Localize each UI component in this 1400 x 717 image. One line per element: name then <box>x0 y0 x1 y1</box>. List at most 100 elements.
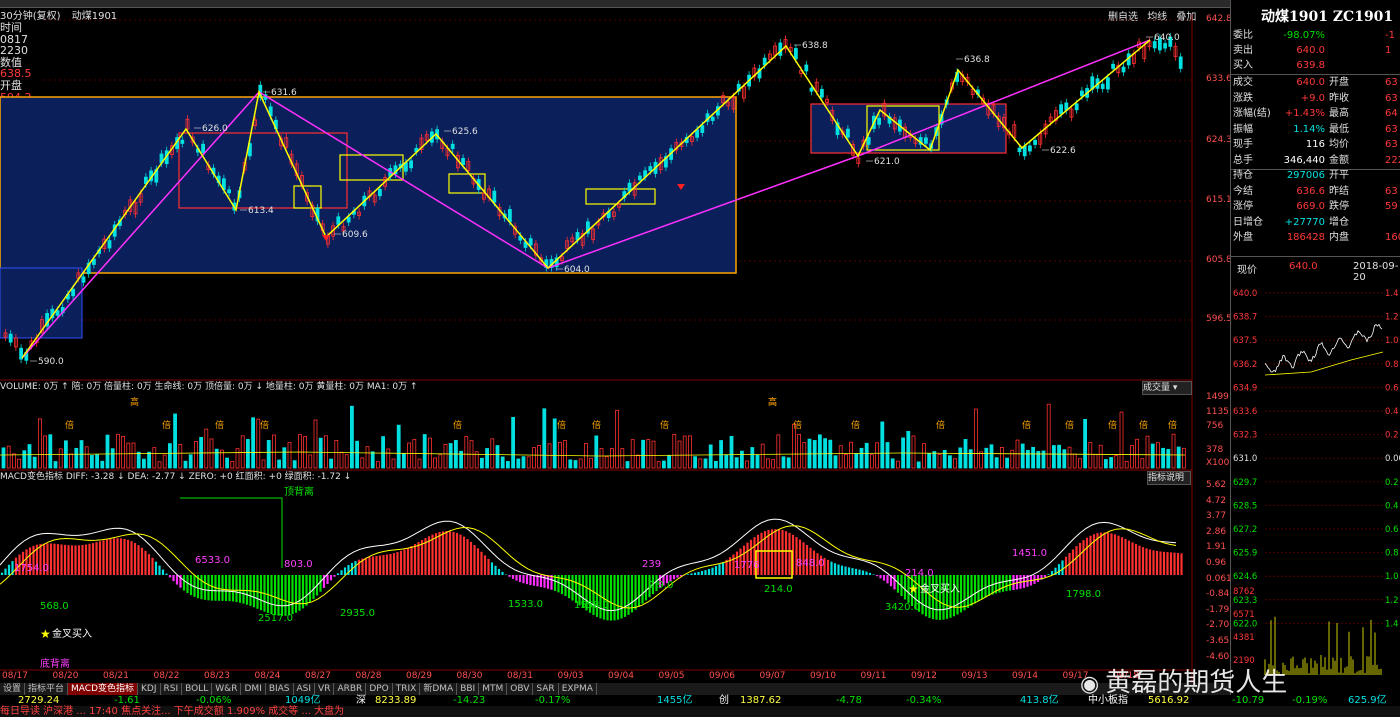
volume-bar <box>989 444 994 469</box>
quote-row: 成交 640.0 开盘 63 <box>1231 75 1400 90</box>
volume-bar <box>1119 411 1124 469</box>
macd-tick: -2.70 <box>1206 620 1230 631</box>
indicator-tab[interactable]: BOLL <box>182 683 213 695</box>
indicator-tab[interactable]: KDJ <box>138 683 161 695</box>
volume-bar <box>485 448 490 469</box>
candle-body <box>81 276 86 283</box>
quote-value: 640.0 <box>1296 77 1325 88</box>
status-item: -14.23 <box>453 695 486 706</box>
status-item: -0.19% <box>1292 695 1328 706</box>
volume-bar <box>287 442 292 469</box>
indicator-tab[interactable]: BBI <box>457 683 480 695</box>
volume-bar <box>121 435 125 469</box>
quote-value: 640.0 <box>1296 45 1325 56</box>
kline-chart-area[interactable]: 590.0 626.0 613.4 631.6 609.6 625.6 604.0 638.8… <box>0 0 1230 683</box>
volume-bar <box>719 440 723 469</box>
indicator-tab[interactable]: ASI <box>294 683 316 695</box>
indicator-tab[interactable]: 指标平台 <box>25 683 69 695</box>
macd-tick: 0.96 <box>1206 558 1227 568</box>
indicator-tab[interactable]: OBV <box>507 683 534 695</box>
volume-bar <box>724 454 729 469</box>
macd-annotation: 1558.0 <box>574 600 609 611</box>
indicator-tab[interactable]: BIAS <box>266 683 294 695</box>
volume-bar <box>927 452 931 469</box>
quote-row: 涨停 669.0 跌停 59 <box>1231 199 1400 214</box>
volume-bar <box>521 456 526 469</box>
volume-bar <box>479 457 484 469</box>
intraday-mini-chart[interactable]: 640.0 638.7 637.5 636.2 634.9 633.6 632.3 631.0… <box>1231 280 1400 680</box>
date-tick: 08/21 <box>103 671 129 681</box>
candle-body <box>804 64 809 72</box>
status-item: 深 <box>356 695 366 706</box>
volume-bar <box>1098 444 1103 469</box>
indicator-tab[interactable]: DPO <box>366 683 393 695</box>
macd-tick: 3.77 <box>1206 511 1227 522</box>
quote-panel: 动煤1901 ZC1901 委比 -98.07% -1 卖出 640.0 1 买入 639.8… <box>1230 0 1400 717</box>
indicator-tab[interactable]: DMI <box>241 683 266 695</box>
volume-bar <box>885 442 890 469</box>
volume-bar <box>365 446 370 469</box>
indicator-tab[interactable]: SAR <box>533 683 559 695</box>
volume-tick: X100 <box>1206 458 1230 468</box>
volume-bar <box>625 461 630 469</box>
candle-body <box>1080 90 1084 97</box>
volume-bar <box>266 440 271 469</box>
news-ticker[interactable]: 每日导读 沪深港 ... 17:40 焦点关注... 下午成交额 1.909% … <box>0 706 1400 717</box>
volume-tick: 1499 <box>1206 392 1229 402</box>
volume-bar <box>178 444 183 469</box>
volume-bar <box>339 451 344 469</box>
volume-bar <box>90 455 94 469</box>
indicator-tab[interactable]: VR <box>315 683 335 695</box>
quote-label: 最低 <box>1329 123 1349 135</box>
volume-tab-button[interactable]: 成交量 ▾ <box>1142 381 1192 395</box>
candle-body <box>700 125 705 133</box>
volume-annotations: 高倍 倍高倍倍倍倍倍倍高倍倍倍倍倍倍倍倍 <box>65 396 1177 431</box>
volume-bar <box>573 460 578 469</box>
volume-annotation: 倍 <box>453 419 462 431</box>
indicator-tab[interactable]: 新DMA <box>420 683 458 695</box>
mini-price-line <box>1264 323 1383 373</box>
mini-axis-tick: 1.2 <box>1385 596 1399 606</box>
candle-body <box>409 160 414 169</box>
indicator-tab[interactable]: ARBR <box>334 683 367 695</box>
volume-bar <box>308 454 313 469</box>
mini-axis-tick: 0.4 <box>1385 501 1399 511</box>
indicator-tab[interactable]: RSI <box>161 683 183 695</box>
indicator-tab[interactable]: EXPMA <box>559 683 597 695</box>
quote-value: 63 <box>1385 92 1398 104</box>
volume-bar <box>906 431 911 469</box>
quote-value: +9.0 <box>1300 92 1325 104</box>
volume-bar <box>427 437 432 469</box>
volume-bar <box>464 436 469 469</box>
volume-bar <box>214 448 219 469</box>
macd-axis: 5.62 4.72 3.77 2.86 1.91 0.96 0.061 -0.843 -1.79… <box>1194 470 1235 670</box>
volume-bar <box>745 460 749 469</box>
indicator-tab[interactable]: 设置 <box>0 683 26 695</box>
volume-bar <box>43 435 47 469</box>
volume-bar <box>448 443 453 469</box>
indicator-tab[interactable]: MACD变色指标 <box>68 683 139 695</box>
volume-bar <box>552 418 557 469</box>
price-annotation: 640.0 <box>1154 33 1180 43</box>
volume-bar <box>823 438 827 469</box>
quote-label: 日增仓 <box>1233 216 1263 228</box>
volume-bar <box>589 457 593 469</box>
indicator-help-button[interactable]: 指标说明 <box>1147 471 1191 485</box>
macd-annotation: 2517.0 <box>258 613 293 624</box>
volume-bar <box>677 440 682 469</box>
status-item: -1.61 <box>114 695 140 706</box>
candle-body <box>1033 139 1037 145</box>
status-item: -0.34% <box>906 695 942 706</box>
indicator-tab[interactable]: W&R <box>212 683 242 695</box>
status-item: 1387.62 <box>740 695 782 706</box>
indicator-tab[interactable]: TRIX <box>393 683 421 695</box>
diff-line <box>0 518 1177 612</box>
candle-body <box>528 238 533 246</box>
candle-body <box>710 116 715 121</box>
status-item: -4.78 <box>836 695 862 706</box>
quote-value: 636.6 <box>1296 185 1325 197</box>
status-item: 1049亿 <box>285 695 321 706</box>
quote-value: 186428 <box>1286 232 1325 243</box>
volume-bar <box>318 437 323 469</box>
indicator-tab[interactable]: MTM <box>479 683 508 695</box>
